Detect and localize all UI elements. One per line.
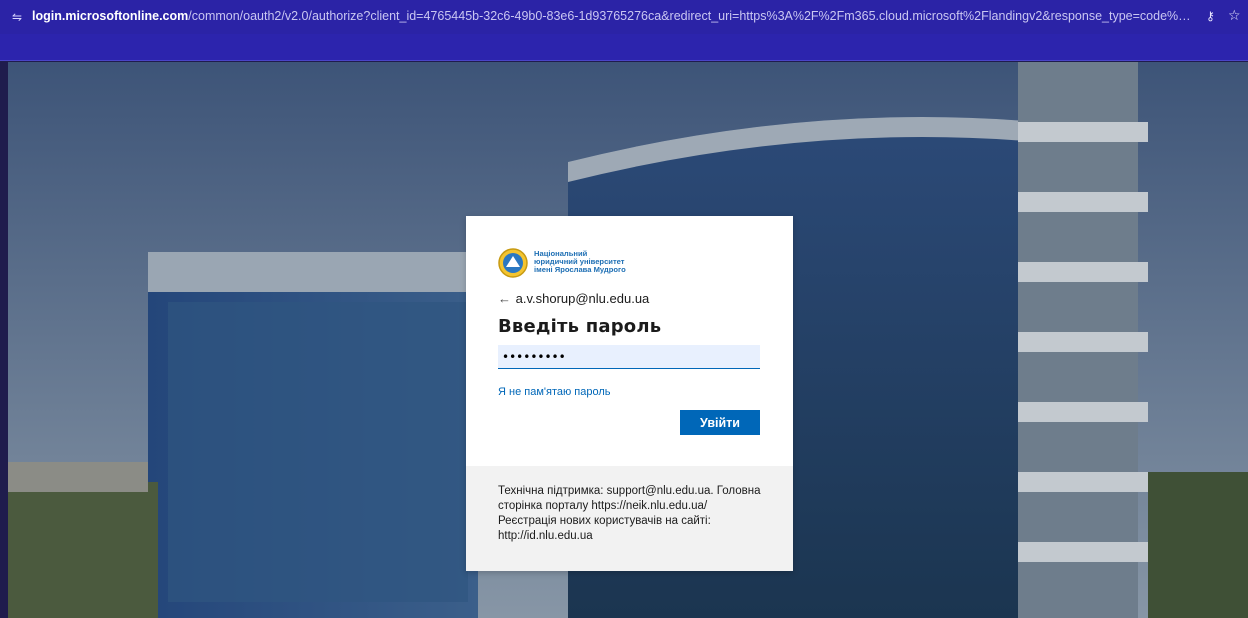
sign-in-button[interactable]: Увійти [680,410,760,435]
university-logo: Національний юридичний університет імені… [498,246,658,280]
account-back-row[interactable]: ← a.v.shorup@nlu.edu.ua [498,291,649,309]
password-key-icon[interactable]: ⚷ [1206,9,1224,25]
account-email: a.v.shorup@nlu.edu.ua [515,291,650,306]
back-arrow-icon[interactable]: ← [498,291,512,306]
page-title: Введіть пароль [498,316,662,337]
footer-text: Технічна підтримка: support@nlu.edu.ua. … [498,484,768,544]
password-field[interactable] [498,345,760,369]
sign-in-dialog: Національний юридичний університет імені… [466,216,793,571]
browser-address-bar[interactable]: ⇋ login.microsoftonline.com/common/oauth… [0,0,1248,34]
url-text[interactable]: login.microsoftonline.com/common/oauth2/… [32,9,1192,23]
university-emblem-icon [498,248,528,278]
footer-line-2: сторінка порталу https://neik.nlu.edu.ua… [498,500,708,512]
site-settings-icon[interactable]: ⇋ [10,10,24,24]
forgot-password-link[interactable]: Я не пам'ятаю пароль [498,386,611,398]
dialog-footer: Технічна підтримка: support@nlu.edu.ua. … [466,466,793,571]
logo-line-3: імені Ярослава Мудрого [534,265,626,274]
footer-line-3: Реєстрація нових користувачів на сайті: [498,515,711,527]
browser-toolbar-strip [0,34,1248,61]
footer-line-4: http://id.nlu.edu.ua [498,530,593,542]
footer-line-1: Технічна підтримка: support@nlu.edu.ua. … [498,485,761,497]
logo-text: Національний юридичний університет імені… [534,250,626,274]
bookmark-star-icon[interactable]: ☆ [1228,8,1244,24]
